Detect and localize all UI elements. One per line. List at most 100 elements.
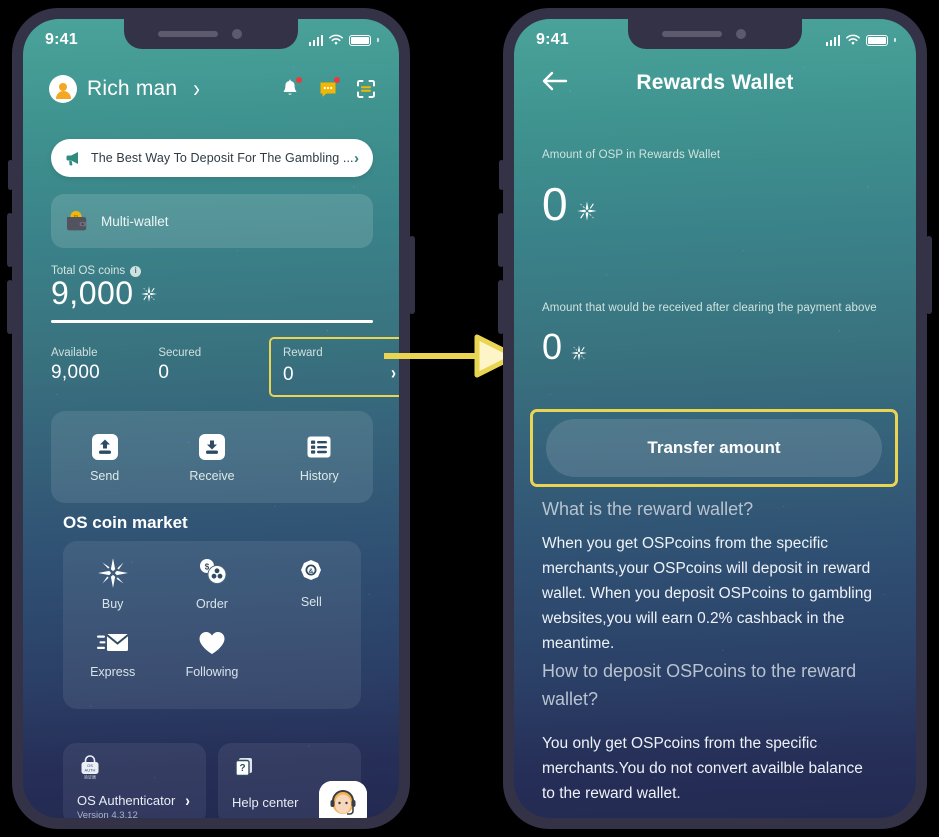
market-row-1: Buy $ Order & Sell [63, 557, 361, 611]
mute-switch-right[interactable] [499, 160, 504, 190]
app-version-label: Version 4.3.12 [77, 810, 138, 818]
market-section-title: OS coin market [63, 513, 188, 532]
transfer-amount-button[interactable]: Transfer amount [546, 419, 882, 477]
action-receive[interactable]: Receive [158, 432, 265, 483]
market-item-sell-label: Sell [300, 595, 322, 609]
right-phone-screen: 9:41 Rewards Wallet Amount of OSP in Rew… [514, 19, 916, 818]
authenticator-label: OS Authenticator [77, 792, 176, 808]
secondary-amount-value: 0 [542, 326, 563, 367]
total-balance-value-row: 9,000 [51, 275, 373, 312]
support-agent-avatar[interactable] [319, 781, 367, 818]
authenticator-card[interactable]: OS AUTH 验证器 OS Authenticator › Version 4… [63, 743, 206, 818]
left-phone-frame: 9:41 Rich man › The Best Way To Deposit … [7, 8, 415, 829]
market-card: Buy $ Order & Sell Express Following [63, 541, 361, 709]
total-balance-block: Total OS coins i 9,000 [51, 265, 373, 323]
profile-chevron-icon[interactable]: › [193, 75, 200, 104]
faq-question-1: What is the reward wallet? [542, 499, 754, 519]
power-button[interactable] [409, 236, 415, 314]
battery-tip [377, 38, 379, 42]
market-item-order[interactable]: $ Order [162, 557, 261, 611]
primary-amount-label: Amount of OSP in Rewards Wallet [542, 149, 721, 161]
bottom-cards-row: OS AUTH 验证器 OS Authenticator › Version 4… [63, 743, 367, 818]
action-send-label: Send [90, 468, 120, 483]
authenticator-chevron-icon: › [185, 790, 190, 810]
wallet-coin-icon: B [67, 211, 87, 231]
message-icon[interactable] [317, 77, 340, 100]
signal-bars-icon [825, 34, 841, 46]
volume-down-button[interactable] [7, 280, 13, 334]
multi-wallet-card[interactable]: B Multi-wallet [51, 194, 373, 248]
send-icon [91, 433, 118, 460]
status-indicators-right [825, 34, 896, 46]
notch-right [628, 19, 802, 49]
megaphone-icon [66, 152, 78, 166]
action-history[interactable]: History [266, 432, 373, 483]
market-item-following[interactable]: Following [162, 629, 261, 679]
battery-tip-right [894, 38, 896, 42]
profile-header: Rich man › [49, 75, 377, 103]
scan-icon[interactable] [355, 78, 377, 100]
history-icon [307, 436, 331, 457]
header-icon-group [279, 77, 377, 100]
faq-answer-2: You only get OSPcoins from the specific … [542, 735, 863, 802]
bell-icon[interactable] [279, 77, 302, 100]
action-send[interactable]: Send [51, 432, 158, 483]
flow-arrow [384, 334, 518, 378]
stat-reward[interactable]: Reward 0 › [269, 337, 399, 397]
svg-text:&: & [309, 568, 314, 575]
market-row-2: Express Following [63, 629, 361, 679]
message-badge [334, 77, 340, 83]
status-indicators [308, 34, 379, 46]
stat-available-label: Available [51, 347, 98, 359]
promo-banner-chevron-icon: › [354, 149, 359, 167]
order-coins-icon: $ [199, 559, 227, 584]
market-item-express-label: Express [90, 665, 136, 679]
stat-secured-value: 0 [158, 362, 170, 383]
promo-banner-text: The Best Way To Deposit For The Gambling… [91, 151, 354, 165]
market-item-sell[interactable]: & Sell [262, 557, 361, 611]
stat-available: Available 9,000 [51, 347, 158, 384]
power-button-right[interactable] [926, 236, 932, 314]
market-item-buy-label: Buy [101, 597, 124, 611]
quick-actions-card: Send Receive History [51, 411, 373, 503]
promo-banner[interactable]: The Best Way To Deposit For The Gambling… [51, 139, 373, 177]
authenticator-label-row: OS Authenticator › [77, 790, 192, 810]
status-time: 9:41 [45, 31, 78, 48]
battery-full-icon [349, 34, 372, 46]
market-item-buy[interactable]: Buy [63, 557, 162, 611]
mute-switch[interactable] [8, 160, 13, 190]
secondary-amount-row: 0 [542, 329, 588, 365]
right-screen-content: Rewards Wallet Amount of OSP in Rewards … [514, 19, 916, 818]
signal-bars-icon [308, 34, 324, 46]
total-balance-value: 9,000 [51, 275, 134, 311]
action-receive-label: Receive [189, 468, 235, 483]
question-docs-icon: ? [235, 758, 252, 777]
user-avatar-icon[interactable] [49, 75, 77, 103]
volume-up-button-right[interactable] [498, 213, 504, 267]
heart-icon [199, 631, 225, 654]
express-envelope-icon [96, 634, 129, 651]
osp-sparkle-icon [140, 285, 157, 302]
battery-full-icon [866, 34, 889, 46]
svg-text:验证器: 验证器 [84, 774, 96, 780]
left-phone-screen: 9:41 Rich man › The Best Way To Deposit … [23, 19, 399, 818]
secondary-amount-label: Amount that would be received after clea… [542, 302, 877, 314]
volume-up-button[interactable] [7, 213, 13, 267]
volume-down-button-right[interactable] [498, 280, 504, 334]
sell-coin-icon: & [301, 560, 322, 580]
svg-text:?: ? [239, 763, 245, 774]
right-phone-frame: 9:41 Rewards Wallet Amount of OSP in Rew… [498, 8, 932, 829]
market-item-following-label: Following [185, 665, 239, 679]
multi-wallet-label: Multi-wallet [101, 213, 169, 229]
faq-answer-1: When you get OSPcoins from the specific … [542, 535, 872, 652]
screenshot-canvas: 9:41 Rich man › The Best Way To Deposit … [0, 0, 939, 837]
osp-sparkle-icon [576, 201, 597, 221]
username-label: Rich man [87, 77, 178, 100]
earpiece-speaker [158, 31, 218, 37]
market-item-express[interactable]: Express [63, 629, 162, 679]
authenticator-icon: OS AUTH 验证器 [81, 755, 99, 780]
earpiece-speaker-right [662, 31, 722, 37]
buy-sparkle-icon [97, 558, 128, 588]
page-title: Rewards Wallet [636, 71, 794, 94]
help-center-card[interactable]: ? Help center [218, 743, 367, 818]
